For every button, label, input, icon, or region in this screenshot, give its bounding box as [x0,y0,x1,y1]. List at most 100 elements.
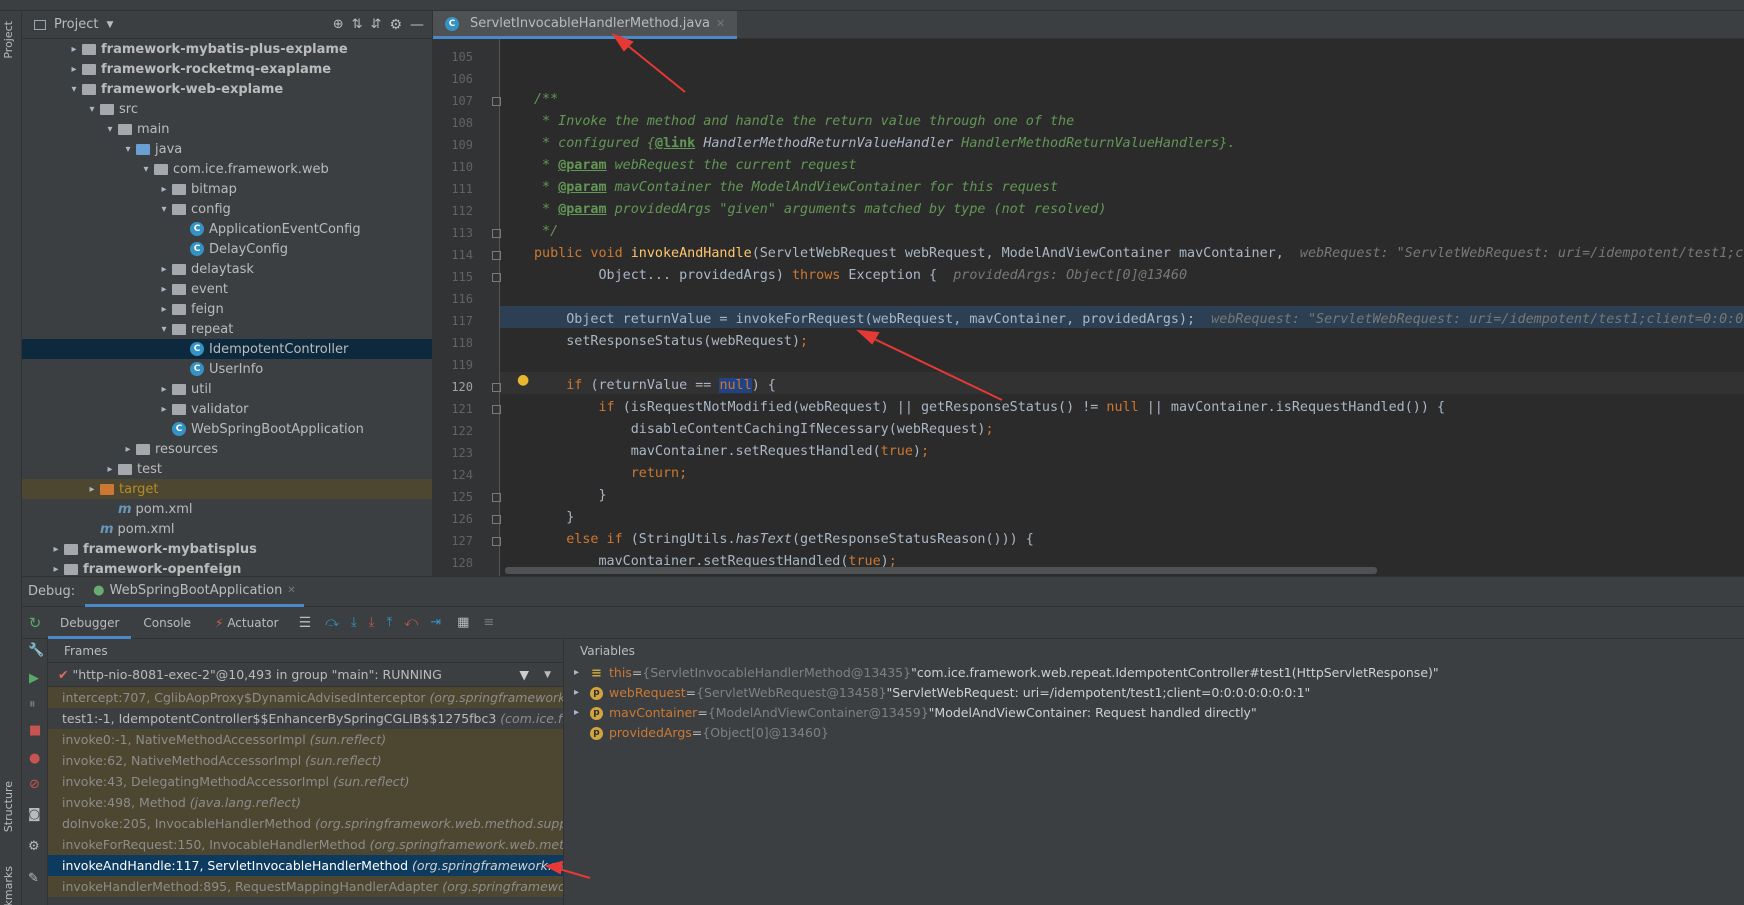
rerun-icon[interactable]: ↻ [22,614,48,632]
variable-row[interactable]: p providedArgs = {Object[0]@13460} [564,723,1744,743]
chevron-right-icon[interactable]: ▸ [156,384,172,395]
code-line[interactable]: if (isRequestNotModified(webRequest) || … [534,397,1446,419]
chevron-right-icon[interactable]: ▸ [156,184,172,195]
drop-frame-icon[interactable]: ⤺ [404,615,418,630]
code-line[interactable]: public void invokeAndHandle(ServletWebRe… [534,243,1744,265]
tree-item[interactable]: ▾ src [22,99,432,119]
force-step-into-icon[interactable]: ⤓ [369,615,375,630]
chevron-down-icon[interactable]: ▾ [156,204,172,215]
tree-item[interactable]: m pom.xml [22,499,432,519]
filter-icon[interactable]: ▼ [519,663,529,687]
stack-frame[interactable]: invoke:62, NativeMethodAccessorImpl (sun… [48,750,563,771]
code-line[interactable]: */ [534,221,558,243]
code-line[interactable]: * Invoke the method and handle the retur… [534,111,1074,133]
stack-frame[interactable]: test1:-1, IdempotentController$$Enhancer… [48,708,563,729]
minimize-icon[interactable]: — [410,17,424,33]
chevron-right-icon[interactable]: ▸ [574,703,586,723]
chevron-down-icon[interactable]: ▼ [106,20,113,30]
code-line[interactable]: /** [534,89,558,111]
project-title[interactable]: Project [54,17,98,32]
chevron-right-icon[interactable]: ▸ [156,264,172,275]
stack-frame[interactable]: invoke0:-1, NativeMethodAccessorImpl (su… [48,729,563,750]
stack-frame[interactable]: doInvoke:205, InvocableHandlerMethod (or… [48,813,563,834]
run-to-cursor-icon[interactable]: ⇥ [430,615,441,630]
editor-gutter[interactable]: 105 106 107 108 109 110 111 112 113 114 115 116 117 1… [433,39,501,576]
code-line[interactable]: if (returnValue == null) { [534,375,776,397]
stack-frame[interactable]: invoke:43, DelegatingMethodAccessorImpl … [48,771,563,792]
variable-row[interactable]: ▸ p webRequest = {ServletWebRequest@13458}… [564,683,1744,703]
stack-frame[interactable]: invoke:498, Method (java.lang.reflect) [48,792,563,813]
code-line[interactable]: mavContainer.setRequestHandled(true); [534,441,929,463]
evaluate-icon[interactable]: ▦ [457,615,469,630]
tree-item[interactable]: ▸ framework-mybatisplus [22,539,432,559]
chevron-right-icon[interactable]: ▸ [48,544,64,555]
tree-item[interactable]: ▸ delaytask [22,259,432,279]
session-tab[interactable]: ● WebSpringBootApplication ✕ [85,577,304,607]
chevron-right-icon[interactable]: ▸ [120,444,136,455]
locate-icon[interactable]: ⊕ [333,17,344,32]
tab-debugger[interactable]: Debugger [48,607,132,639]
close-icon[interactable]: ✕ [287,585,295,596]
code-line[interactable]: disableContentCachingIfNecessary(webRequ… [534,419,994,441]
chevron-right-icon[interactable]: ▸ [574,683,586,703]
tree-item[interactable]: C IdempotentController [22,339,432,359]
wrench-icon[interactable]: 🔧 [28,643,44,658]
chevron-right-icon[interactable]: ▸ [574,663,586,683]
code-line[interactable]: * configured {@link HandlerMethodReturnV… [534,133,1235,155]
code-line[interactable]: } [534,507,574,529]
stack-frame[interactable]: invokeAndHandle:117, ServletInvocableHan… [48,855,563,876]
code-line[interactable]: Object returnValue = invokeForRequest(we… [534,309,1744,331]
thread-selector[interactable]: ✔ "http-nio-8081-exec-2"@10,493 in group… [48,663,563,687]
gear-icon[interactable]: ⚙ [389,17,402,33]
chevron-down-icon[interactable]: ▾ [138,164,154,175]
pin-icon[interactable]: ✎ [28,871,39,886]
tree-item[interactable]: ▾ java [22,139,432,159]
tree-item[interactable]: m pom.xml [22,519,432,539]
camera-icon[interactable]: ◙ [28,807,41,822]
fold-marker-icon[interactable] [492,273,501,282]
tree-item[interactable]: ▸ test [22,459,432,479]
code-line[interactable]: * @param mavContainer the ModelAndViewCo… [534,177,1058,199]
code-line[interactable]: return; [534,463,687,485]
stack-frame[interactable]: invokeForRequest:150, InvocableHandlerMe… [48,834,563,855]
tree-item[interactable]: ▸ event [22,279,432,299]
chevron-down-icon[interactable]: ▼ [544,663,551,687]
stop-icon[interactable]: ■ [29,723,41,738]
tree-item[interactable]: C UserInfo [22,359,432,379]
collapse-all-icon[interactable]: ⇵ [371,17,382,32]
tree-item[interactable]: ▸ resources [22,439,432,459]
expand-all-icon[interactable]: ⇅ [352,17,363,32]
fold-marker-icon[interactable] [492,97,501,106]
code-line[interactable]: * @param providedArgs "given" arguments … [534,199,1106,221]
trace-icon[interactable]: ≡ [483,615,494,630]
tree-item[interactable]: ▾ com.ice.framework.web [22,159,432,179]
chevron-right-icon[interactable]: ▸ [102,464,118,475]
fold-marker-icon[interactable] [492,493,501,502]
project-tool-tab[interactable]: Project [2,21,15,59]
editor-tab-servletinvocablehandlermethod[interactable]: C ServletInvocableHandlerMethod.java ✕ [433,11,738,39]
bulb-icon[interactable]: ● [517,373,529,387]
chevron-down-icon[interactable]: ▾ [66,84,82,95]
tab-console[interactable]: Console [131,607,203,639]
mute-breakpoints-icon[interactable]: ⊘ [29,777,40,792]
code-line[interactable]: setResponseStatus(webRequest); [534,331,808,353]
fold-marker-icon[interactable] [492,251,501,260]
variable-row[interactable]: ▸ ≡ this = {ServletInvocableHandlerMethod@… [564,663,1744,683]
tab-actuator[interactable]: ⚡ Actuator [203,607,291,639]
tree-item[interactable]: ▾ repeat [22,319,432,339]
tree-item[interactable]: C DelayConfig [22,239,432,259]
chevron-down-icon[interactable]: ▾ [84,104,100,115]
tree-item[interactable]: ▸ feign [22,299,432,319]
stack-frame[interactable]: intercept:707, CglibAopProxy$DynamicAdvi… [48,687,563,708]
tree-item[interactable]: ▾ config [22,199,432,219]
tree-item[interactable]: ▾ main [22,119,432,139]
fold-marker-icon[interactable] [492,515,501,524]
bookmarks-tool-tab[interactable]: Bookmarks [2,866,15,905]
code-line[interactable]: Object... providedArgs) throws Exception… [534,265,1187,287]
close-icon[interactable]: ✕ [716,17,725,30]
fold-marker-icon[interactable] [492,383,501,392]
chevron-down-icon[interactable]: ▾ [156,324,172,335]
menu-icon[interactable]: ☰ [299,615,312,631]
structure-tool-tab[interactable]: Structure [2,781,15,832]
tree-item[interactable]: ▸ framework-rocketmq-exaplame [22,59,432,79]
